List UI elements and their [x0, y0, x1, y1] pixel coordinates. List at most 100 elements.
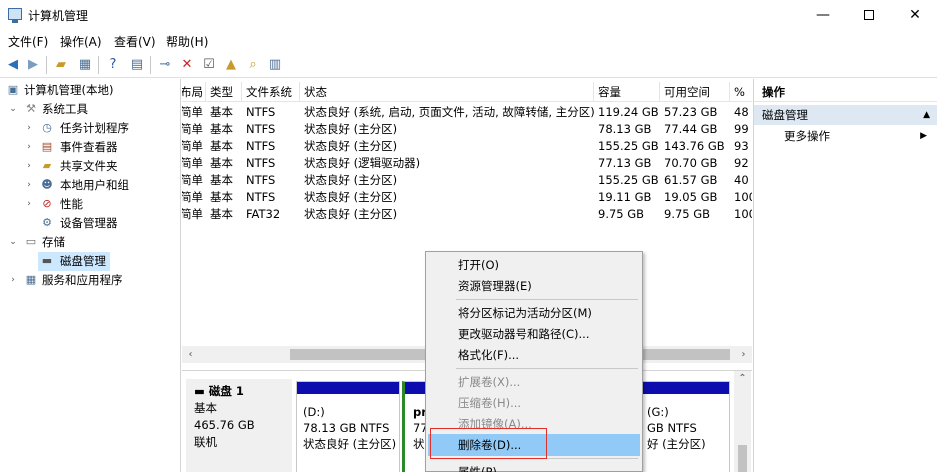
vertical-scrollbar[interactable]: ⌃ [734, 371, 751, 472]
delete-icon[interactable]: ✕ [178, 56, 196, 73]
chevron-right-icon[interactable]: › [24, 195, 34, 214]
maximize-button[interactable] [846, 0, 892, 30]
table-cell: 简单 [182, 156, 203, 170]
table-row[interactable]: 简单 基本 NTFS 状态良好 (主分区) 78.13 GB 77.44 GB 99 [182, 121, 752, 138]
minimize-button[interactable]: — [800, 0, 846, 30]
table-cell: 状态良好 (系统, 启动, 页面文件, 活动, 故障转储, 主分区) [304, 105, 594, 119]
table-row[interactable]: 简单 基本 NTFS 状态良好 (系统, 启动, 页面文件, 活动, 故障转储, 主分… [182, 104, 752, 121]
menu-item-change-drive-letter[interactable]: 更改驱动器号和路径(C)... [428, 323, 640, 345]
tree-node-event-viewer[interactable]: › ▤ 事件查看器 [0, 138, 180, 157]
menu-item-shrink-volume[interactable]: 压缩卷(H)... [428, 392, 640, 414]
menu-file[interactable]: 文件(F) [8, 33, 48, 50]
partition-g[interactable]: (G:) GB NTFS 好 (主分区) [632, 381, 730, 472]
tree-node-performance[interactable]: › ⊘ 性能 [0, 195, 180, 214]
chevron-right-icon[interactable]: › [24, 157, 34, 176]
chevron-right-icon[interactable]: › [8, 271, 18, 290]
tree-node-system-tools[interactable]: ⌄ ⚒ 系统工具 [0, 100, 180, 119]
highlight-box [430, 428, 547, 459]
up-folder-icon[interactable]: ▰ [52, 56, 70, 73]
tree-node-task-scheduler[interactable]: › ◷ 任务计划程序 [0, 119, 180, 138]
tree-node-device-manager[interactable]: ⚙ 设备管理器 [0, 214, 180, 233]
table-row[interactable]: 简单 基本 NTFS 状态良好 (主分区) 155.25 GB 61.57 GB 40 [182, 172, 752, 189]
table-row[interactable]: 简单基本 FAT32 状态良好 (主分区) 9.75 GB 9.75 GB 100 [182, 206, 752, 223]
partition-d[interactable]: (D:) 78.13 GB NTFS 状态良好 (主分区) [296, 381, 400, 472]
search-icon[interactable]: ⌕ [244, 56, 262, 73]
scroll-left-icon[interactable]: ‹ [182, 346, 199, 363]
table-cell: 61.57 GB [664, 173, 718, 187]
disk-info[interactable]: ▬ 磁盘 1 基本 465.76 GB 联机 [186, 379, 292, 472]
menu-view[interactable]: 查看(V) [114, 33, 156, 50]
chevron-right-icon[interactable]: › [24, 119, 34, 138]
chevron-right-icon[interactable]: › [24, 176, 34, 195]
menu-item-format[interactable]: 格式化(F)... [428, 344, 640, 366]
help-icon[interactable]: ? [104, 56, 122, 73]
table-cell: 简单 [182, 173, 203, 187]
menu-help[interactable]: 帮助(H) [166, 33, 208, 50]
menu-bar: 文件(F) 操作(A) 查看(V) 帮助(H) [0, 30, 937, 52]
table-cell: 基本 [210, 173, 233, 187]
chevron-down-icon[interactable]: ⌄ [8, 233, 18, 252]
column-header-capacity[interactable]: 容量 [594, 82, 660, 102]
tree-node-shared-folders[interactable]: › ▰ 共享文件夹 [0, 157, 180, 176]
table-row[interactable]: 简单基本 NTFS 状态良好 (主分区) 19.11 GB 19.05 GB 100 [182, 189, 752, 206]
scroll-up-icon[interactable]: ⌃ [734, 373, 751, 384]
disk-status: 联机 [194, 435, 217, 449]
table-cell: 状态良好 (主分区) [304, 190, 398, 204]
column-header-filesystem[interactable]: 文件系统 [242, 82, 300, 102]
menu-action[interactable]: 操作(A) [60, 33, 102, 50]
back-icon[interactable]: ◀ [4, 56, 22, 73]
table-cell: 143.76 GB [664, 139, 725, 153]
show-hide-tree-icon[interactable]: ▦ [76, 56, 94, 73]
clock-icon: ◷ [42, 121, 52, 134]
column-header-free-space[interactable]: 可用空间 [660, 82, 730, 102]
scrollbar-thumb[interactable] [738, 445, 747, 472]
tree-node-computer-management[interactable]: ▣ 计算机管理(本地) [0, 81, 180, 100]
actions-section-disk-management[interactable]: 磁盘管理 ▲ [754, 105, 937, 125]
chevron-down-icon[interactable]: ⌄ [8, 100, 18, 119]
details-view-icon[interactable]: ▥ [266, 56, 284, 73]
table-cell: 48 [734, 105, 749, 119]
table-cell: 9.75 GB [664, 207, 711, 221]
column-header-status[interactable]: 状态 [300, 82, 594, 102]
scroll-right-icon[interactable]: › [735, 346, 752, 363]
volume-list-header: 布局 类型 文件系统 状态 容量 可用空间 % [182, 82, 752, 102]
chevron-right-icon[interactable]: › [24, 138, 34, 157]
more-actions-item[interactable]: 更多操作 [784, 128, 830, 145]
performance-icon: ⊘ [42, 197, 52, 210]
column-header-type[interactable]: 类型 [206, 82, 242, 102]
folder-icon[interactable]: ▲ [222, 56, 240, 73]
table-row[interactable]: 简单 基本 NTFS 状态良好 (逻辑驱动器) 77.13 GB 70.70 GB 92 [182, 155, 752, 172]
menu-separator [456, 368, 638, 369]
tree-node-storage[interactable]: ⌄ ▭ 存储 [0, 233, 180, 252]
menu-item-mark-active[interactable]: 将分区标记为活动分区(M) [428, 302, 640, 324]
tree-node-local-users-groups[interactable]: › ☻ 本地用户和组 [0, 176, 180, 195]
close-button[interactable]: ✕ [892, 0, 937, 30]
column-header-layout[interactable]: 布局 [182, 82, 206, 102]
show-action-pane-icon[interactable]: ▤ [128, 56, 146, 73]
table-cell: 70.70 GB [664, 156, 718, 170]
table-cell: 9.75 GB [598, 207, 645, 221]
forward-icon[interactable]: ▶ [24, 56, 42, 73]
table-row[interactable]: 简单 基本 NTFS 状态良好 (主分区) 155.25 GB 143.76 GB 93 [182, 138, 752, 155]
table-cell: 40 [734, 173, 749, 187]
services-icon: ▦ [25, 273, 37, 286]
column-header-percent[interactable]: % [730, 82, 752, 102]
disk-icon: ▬ [194, 384, 209, 398]
partition-size: 78.13 GB NTFS [303, 421, 390, 435]
table-cell: 93 [734, 139, 749, 153]
submenu-arrow-icon: ▶ [920, 131, 927, 141]
tree-node-disk-management[interactable]: ▬ 磁盘管理 [38, 252, 110, 271]
properties-icon[interactable]: ☑ [200, 56, 218, 73]
tree-node-services-applications[interactable]: › ▦ 服务和应用程序 [0, 271, 180, 290]
menu-item-open[interactable]: 打开(O) [428, 254, 640, 276]
menu-item-properties[interactable]: 属性(P) [428, 461, 640, 472]
table-cell: 简单 [182, 207, 203, 221]
table-cell: 状态良好 (主分区) [304, 173, 398, 187]
toolbar-separator [46, 56, 47, 74]
menu-item-explorer[interactable]: 资源管理器(E) [428, 275, 640, 297]
table-cell: 100 [734, 207, 752, 221]
table-cell: 简单 [182, 105, 203, 119]
connect-icon[interactable]: ⊸ [156, 56, 174, 73]
collapse-up-icon[interactable]: ▲ [923, 105, 930, 125]
disk-icon: ▬ [41, 254, 53, 267]
